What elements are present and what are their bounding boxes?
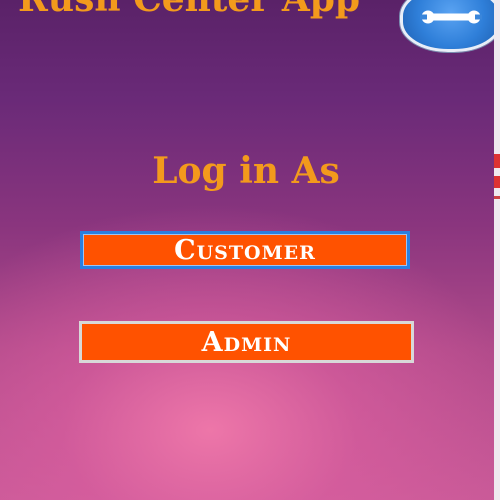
- app-screen: Rush Center App Log in As Customer Admin: [0, 0, 500, 500]
- settings-button[interactable]: [400, 0, 500, 52]
- login-heading: Log in As: [152, 150, 340, 192]
- edge-marker: [494, 154, 500, 168]
- app-title: Rush Center App: [18, 0, 360, 20]
- edge-marker: [494, 176, 500, 188]
- wrench-icon: [420, 2, 482, 36]
- window-edge: [494, 0, 500, 500]
- customer-login-button[interactable]: Customer: [80, 231, 410, 269]
- edge-marker: [494, 196, 500, 199]
- admin-login-button[interactable]: Admin: [79, 321, 414, 363]
